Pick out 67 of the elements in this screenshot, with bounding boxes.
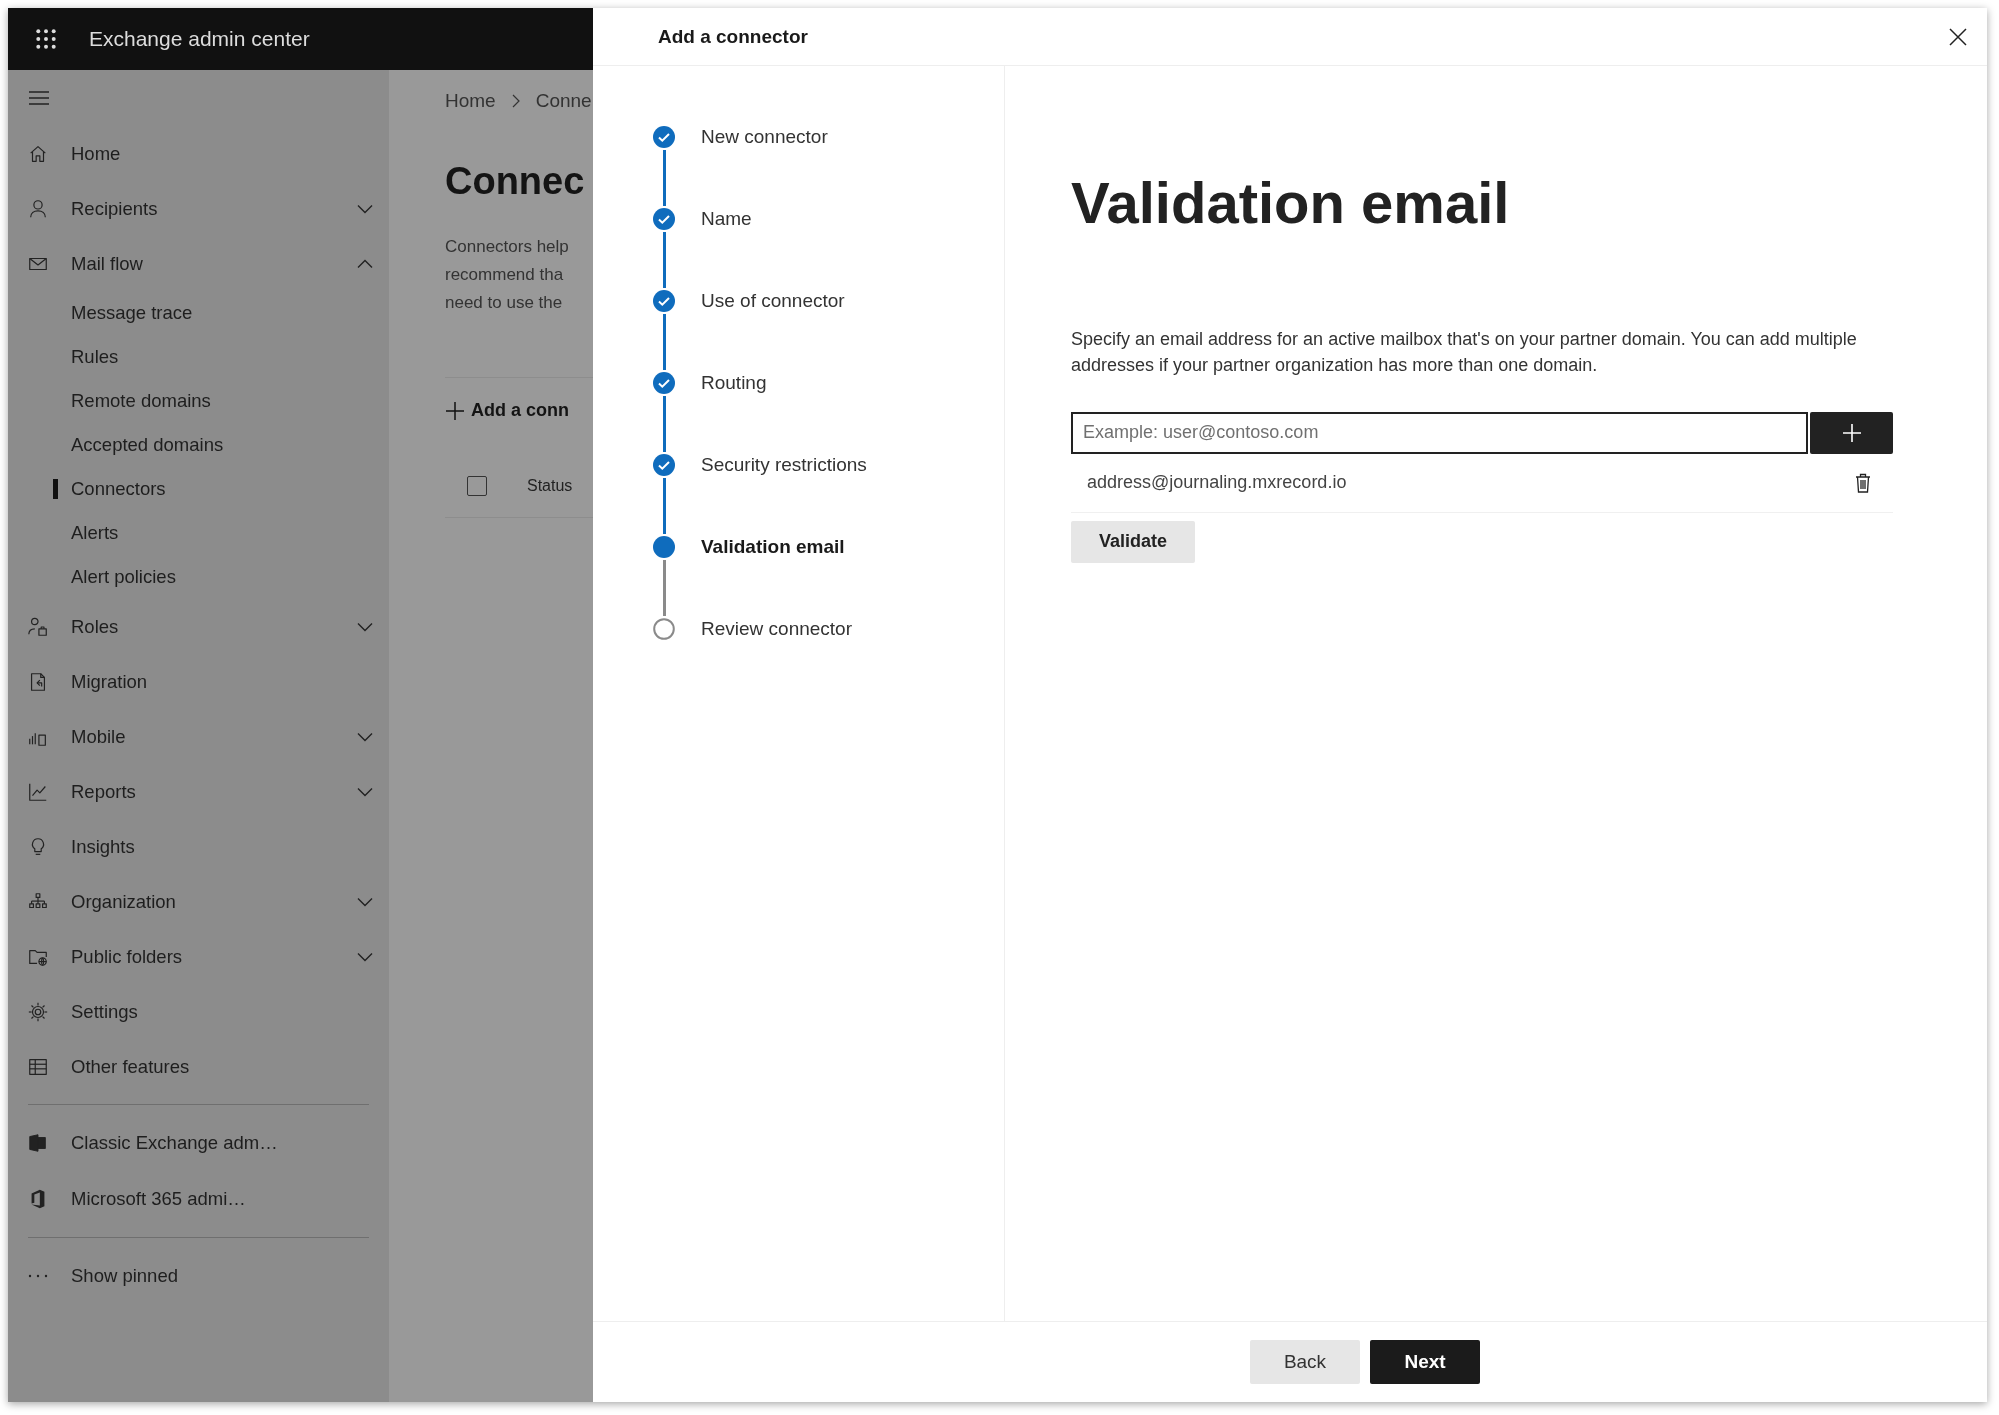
nav-subitem[interactable]: Remote domains	[71, 390, 211, 412]
person-briefcase-icon	[27, 615, 49, 638]
chevron-down-icon[interactable]	[357, 951, 373, 962]
nav-item[interactable]: Migration	[71, 670, 148, 693]
person-icon	[27, 197, 49, 220]
menu-icon[interactable]	[28, 90, 50, 106]
close-icon[interactable]	[1949, 27, 1967, 46]
chevron-down-icon[interactable]	[357, 621, 373, 632]
nav-item[interactable]: Organization	[71, 890, 176, 913]
email-input[interactable]: Example: user@contoso.com	[1071, 411, 1809, 454]
nav-subitem[interactable]: Connectors	[71, 478, 166, 500]
step-label[interactable]: Validation email	[701, 536, 845, 558]
nav-subitem[interactable]: Alert policies	[71, 566, 176, 588]
page-description-line: need to use the	[445, 292, 563, 314]
nav-subitem[interactable]: Accepted domains	[71, 434, 224, 456]
step-label[interactable]: Review connector	[701, 618, 853, 640]
nav-subitem[interactable]: Message trace	[71, 302, 193, 324]
nav-item[interactable]: Settings	[71, 1000, 138, 1023]
step-label[interactable]: Name	[701, 208, 752, 230]
step-heading: Validation email	[1071, 171, 1511, 235]
email-address: address@journaling.mxrecord.io	[1087, 472, 1347, 494]
nav-item[interactable]: Public folders	[71, 945, 183, 968]
validate-button[interactable]: Validate	[1071, 520, 1195, 563]
nav-item[interactable]: Home	[71, 142, 121, 165]
nav-item[interactable]: Mail flow	[71, 252, 143, 275]
next-button[interactable]: Next	[1370, 1340, 1480, 1384]
breadcrumb-link[interactable]: Conne	[535, 90, 592, 112]
step-description: Specify an email address for an active mailbox that's on your partner domain. You can add multiple addresses if your partner organization has more than one domain.	[1071, 327, 1858, 377]
chevron-right-icon	[511, 94, 520, 108]
chevron-down-icon[interactable]	[357, 786, 373, 797]
nav-item[interactable]: Recipients	[71, 197, 158, 220]
step-label[interactable]: Routing	[701, 372, 767, 394]
plus-icon	[1841, 422, 1862, 443]
nav-link[interactable]: Classic Exchange adm…	[71, 1132, 278, 1154]
nav-item[interactable]: Other features	[71, 1055, 190, 1078]
nav-subitem[interactable]: Alerts	[71, 522, 119, 544]
step-label[interactable]: New connector	[701, 126, 828, 148]
app-launcher-icon[interactable]	[35, 28, 57, 50]
nav-item[interactable]: Mobile	[71, 725, 126, 748]
exchange-logo-icon	[27, 1132, 49, 1154]
chevron-up-icon[interactable]	[357, 258, 373, 269]
delete-icon[interactable]	[1855, 472, 1871, 493]
nav-item[interactable]: Insights	[71, 835, 135, 858]
add-button[interactable]	[1810, 411, 1893, 454]
select-all-checkbox[interactable]	[467, 476, 487, 496]
nav-link[interactable]: Microsoft 365 admi…	[71, 1188, 246, 1210]
plus-icon	[445, 400, 465, 421]
app-title: Exchange admin center	[89, 27, 310, 51]
page-heading: Connec	[445, 160, 585, 203]
column-header[interactable]: Status	[527, 477, 573, 495]
step-label[interactable]: Security restrictions	[701, 454, 867, 476]
nav-item[interactable]: Roles	[71, 615, 119, 638]
back-button[interactable]: Back	[1250, 1340, 1360, 1384]
nav-item[interactable]: Reports	[71, 780, 136, 803]
step-label[interactable]: Use of connector	[701, 290, 845, 312]
chevron-down-icon[interactable]	[357, 731, 373, 742]
settings-icon	[27, 1000, 49, 1023]
page-description-line: recommend tha	[445, 264, 564, 286]
more-icon	[27, 1273, 49, 1278]
chevron-down-icon[interactable]	[357, 896, 373, 907]
panel-title: Add a connector	[658, 25, 808, 48]
add-connector-button[interactable]: Add a conn	[445, 396, 569, 425]
show-pinned-link[interactable]: Show pinned	[71, 1264, 178, 1287]
breadcrumb-link[interactable]: Home	[445, 90, 496, 112]
page-description-line: Connectors help	[445, 236, 569, 258]
chevron-down-icon[interactable]	[357, 203, 373, 214]
nav-subitem[interactable]: Rules	[71, 346, 119, 368]
